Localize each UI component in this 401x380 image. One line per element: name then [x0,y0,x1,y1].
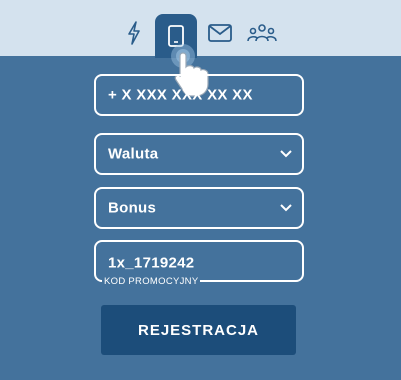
chevron-down-icon [280,150,292,158]
phone-placeholder: + X XXX XXX XX XX [108,86,253,104]
register-button-label: REJESTRACJA [137,321,260,339]
lightning-icon [128,21,140,45]
bonus-select-label: Bonus [108,199,157,217]
promo-code-value: 1x_1719242 [108,254,195,272]
promo-code-field[interactable]: 1x_1719242 KOD PROMOCYJNY [94,240,304,287]
tab-social[interactable] [242,13,282,53]
tab-one-click[interactable] [114,13,154,53]
promo-code-label: KOD PROMOCYJNY [102,276,201,287]
bonus-select[interactable]: Bonus [94,187,304,229]
register-button[interactable]: REJESTRACJA [101,305,296,355]
people-icon [247,24,277,42]
chevron-down-icon [280,204,292,212]
currency-select-label: Waluta [108,145,159,163]
currency-select[interactable]: Waluta [94,133,304,175]
phone-input[interactable]: + X XXX XXX XX XX [94,74,304,116]
